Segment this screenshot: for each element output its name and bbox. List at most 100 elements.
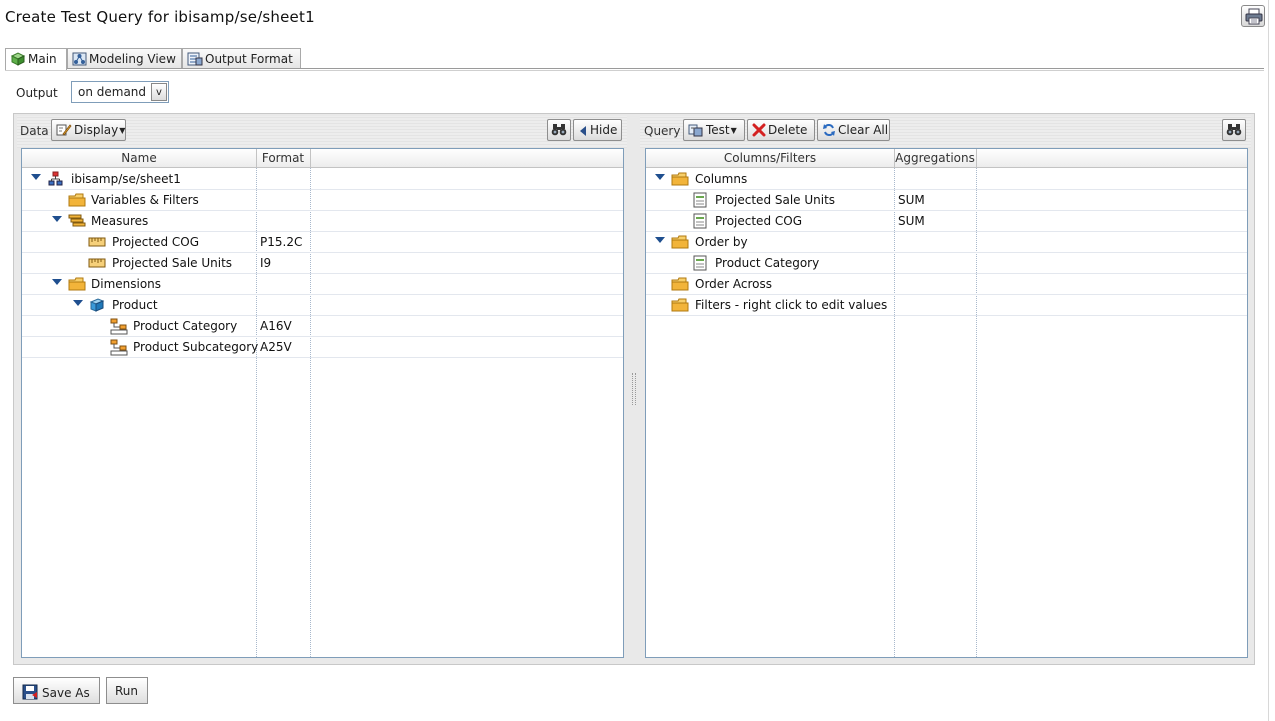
datasource-icon <box>48 171 64 190</box>
tree-row[interactable]: Product Category A16V <box>22 316 623 337</box>
folder-icon <box>671 234 689 253</box>
clear-all-button[interactable]: Clear All <box>817 119 890 141</box>
measure-field-icon <box>88 234 106 253</box>
tree-row[interactable]: Order Across <box>646 274 1247 295</box>
save-icon <box>22 684 38 703</box>
folder-icon <box>671 297 689 316</box>
folder-icon <box>68 276 86 295</box>
display-button[interactable]: Display▼ <box>51 119 126 141</box>
printer-icon <box>1245 8 1263 25</box>
output-label: Output <box>16 86 58 100</box>
tab-divider <box>5 68 1264 71</box>
data-grid-header: Name Format <box>22 149 623 168</box>
panel-splitter[interactable] <box>632 373 636 405</box>
expand-arrow-icon[interactable] <box>52 216 62 222</box>
modeling-icon <box>72 52 87 69</box>
row-aggregation: SUM <box>898 214 925 228</box>
tree-row[interactable]: Measures <box>22 211 623 232</box>
field-icon <box>692 192 708 211</box>
tree-row[interactable]: Product Subcategory A25V <box>22 337 623 358</box>
row-label: Projected Sale Units <box>112 256 233 270</box>
expand-arrow-icon[interactable] <box>73 300 83 306</box>
test-button[interactable]: Test▼ <box>683 119 745 141</box>
column-header-aggregations[interactable]: Aggregations <box>894 149 976 168</box>
row-label: Projected COG <box>112 235 199 249</box>
tab-main[interactable]: Main <box>5 48 67 70</box>
page-title: Create Test Query for ibisamp/se/sheet1 <box>5 8 315 26</box>
row-format: A25V <box>260 340 292 354</box>
row-label: Columns <box>695 172 748 186</box>
query-label: Query <box>644 124 681 138</box>
measure-field-icon <box>88 255 106 274</box>
print-button[interactable] <box>1241 5 1265 27</box>
row-aggregation: SUM <box>898 193 925 207</box>
binoculars-icon <box>551 124 567 140</box>
binoculars-icon <box>1226 124 1242 140</box>
data-label: Data <box>20 124 49 138</box>
chevron-down-icon[interactable]: v <box>151 83 167 101</box>
tree-row[interactable]: Projected COG SUM <box>646 211 1247 232</box>
data-tree-grid: Name Format ibisamp/se/sheet1 Variables … <box>21 148 624 658</box>
row-label: ibisamp/se/sheet1 <box>71 172 181 186</box>
tree-row[interactable]: Filters - right click to edit values <box>646 295 1247 316</box>
test-icon <box>688 123 704 140</box>
row-format: P15.2C <box>260 235 303 249</box>
tree-row[interactable]: Projected COG P15.2C <box>22 232 623 253</box>
folder-icon <box>68 192 86 211</box>
column-header-name[interactable]: Name <box>22 149 256 168</box>
expand-arrow-icon[interactable] <box>655 174 665 180</box>
output-select[interactable]: on demand v <box>71 81 169 103</box>
row-label: Product Subcategory <box>133 340 259 354</box>
expand-arrow-icon[interactable] <box>655 237 665 243</box>
delete-button-label: Delete <box>768 123 808 137</box>
hierarchy-level-icon <box>110 339 128 359</box>
row-label: Filters - right click to edit values <box>695 298 888 312</box>
cube-icon <box>10 52 26 69</box>
expand-arrow-icon[interactable] <box>31 174 41 180</box>
row-label: Order Across <box>695 277 773 291</box>
delete-button[interactable]: Delete <box>747 119 815 141</box>
test-button-label: Test <box>706 123 730 137</box>
column-header-format[interactable]: Format <box>256 149 310 168</box>
save-as-label: Save As <box>42 686 90 700</box>
expand-arrow-icon[interactable] <box>52 279 62 285</box>
tree-row[interactable]: Dimensions <box>22 274 623 295</box>
row-label: Product Category <box>715 256 820 270</box>
tree-row[interactable]: Columns <box>646 169 1247 190</box>
tree-row[interactable]: Projected Sale Units SUM <box>646 190 1247 211</box>
clear-all-button-label: Clear All <box>838 123 889 137</box>
row-label: Projected Sale Units <box>715 193 836 207</box>
row-label: Measures <box>91 214 149 228</box>
tab-output-format[interactable]: Output Format <box>182 48 301 69</box>
refresh-icon <box>822 123 836 140</box>
tree-row[interactable]: Projected Sale Units I9 <box>22 253 623 274</box>
column-header-columns-filters[interactable]: Columns/Filters <box>646 149 894 168</box>
tab-output-format-label: Output Format <box>205 52 293 66</box>
tree-row[interactable]: Order by <box>646 232 1247 253</box>
output-select-value: on demand <box>78 85 147 99</box>
query-tree-grid: Columns/Filters Aggregations Columns Pro… <box>645 148 1248 658</box>
find-data-button[interactable] <box>547 119 571 141</box>
save-as-button[interactable]: Save As <box>13 677 100 704</box>
tab-main-label: Main <box>28 52 57 66</box>
row-label: Dimensions <box>91 277 162 291</box>
tree-row[interactable]: Product <box>22 295 623 316</box>
folder-icon <box>671 276 689 295</box>
run-button[interactable]: Run <box>106 677 148 704</box>
tab-modeling-label: Modeling View <box>89 52 176 66</box>
query-grid-header: Columns/Filters Aggregations <box>646 149 1247 168</box>
output-format-icon <box>187 52 203 69</box>
find-query-button[interactable] <box>1222 119 1246 141</box>
delete-x-icon <box>752 123 766 140</box>
tab-modeling-view[interactable]: Modeling View <box>67 48 182 69</box>
tree-row[interactable]: Variables & Filters <box>22 190 623 211</box>
row-format: A16V <box>260 319 292 333</box>
row-label: Product Category <box>133 319 238 333</box>
hide-button-label: Hide <box>590 123 618 137</box>
tree-row[interactable]: ibisamp/se/sheet1 <box>22 169 623 190</box>
tree-row[interactable]: Product Category <box>646 253 1247 274</box>
display-button-label: Display <box>74 123 119 137</box>
row-label: Projected COG <box>715 214 802 228</box>
hide-button[interactable]: Hide <box>573 119 622 141</box>
hierarchy-level-icon <box>110 318 128 338</box>
